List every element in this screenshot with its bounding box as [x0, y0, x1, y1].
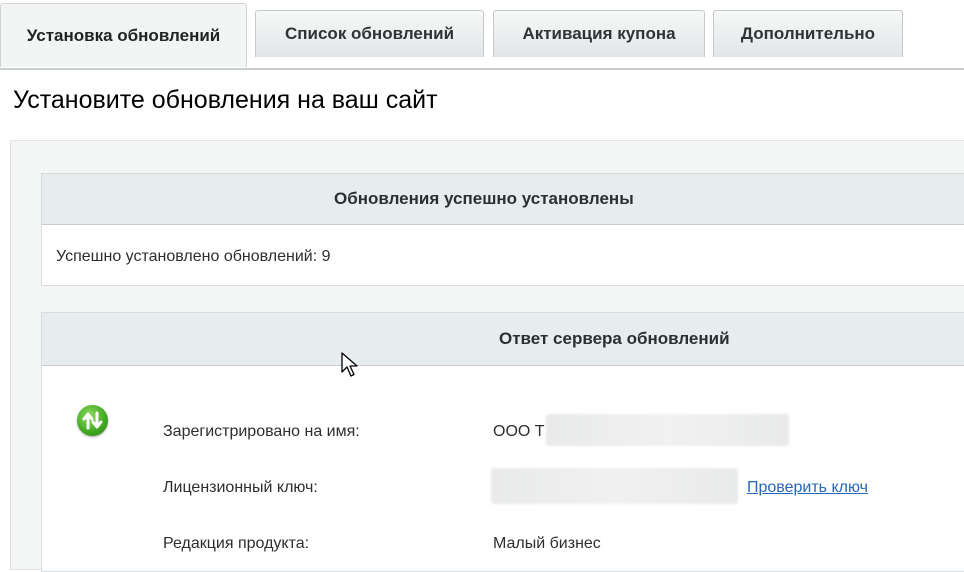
content-area: Обновления успешно установлены Успешно у…: [10, 140, 964, 572]
server-response-header: Ответ сервера обновлений: [42, 313, 964, 366]
product-edition-label: Редакция продукта:: [163, 535, 310, 552]
server-response-panel: Ответ сервера обновлений Зарегистрирован…: [41, 312, 964, 572]
tab-install-updates[interactable]: Установка обновлений: [0, 3, 247, 67]
redacted-license-key: [491, 468, 738, 504]
registered-name-value: ООО Т: [493, 423, 545, 440]
check-key-link[interactable]: Проверить ключ: [747, 479, 868, 497]
install-result-panel: Обновления успешно установлены Успешно у…: [41, 173, 964, 286]
redacted-name: [546, 414, 789, 446]
license-key-label: Лицензионный ключ:: [163, 479, 318, 496]
install-result-header: Обновления успешно установлены: [42, 174, 964, 225]
tab-additional[interactable]: Дополнительно: [713, 10, 903, 57]
page-title: Установите обновления на ваш сайт: [13, 86, 438, 114]
tab-label: Список обновлений: [284, 24, 455, 43]
tab-label: Дополнительно: [740, 24, 876, 43]
tab-update-list[interactable]: Список обновлений: [255, 10, 484, 57]
tab-label: Активация купона: [522, 24, 676, 43]
tab-label: Установка обновлений: [26, 25, 221, 45]
tab-bar: Установка обновлений Список обновлений А…: [0, 0, 964, 70]
mouse-cursor-icon: [341, 352, 361, 383]
tab-coupon-activation[interactable]: Активация купона: [493, 10, 705, 57]
update-arrows-icon: [77, 405, 108, 436]
install-result-message: Успешно установлено обновлений: 9: [56, 248, 331, 265]
registered-name-label: Зарегистрировано на имя:: [163, 423, 360, 440]
product-edition-value: Малый бизнес: [493, 535, 601, 552]
